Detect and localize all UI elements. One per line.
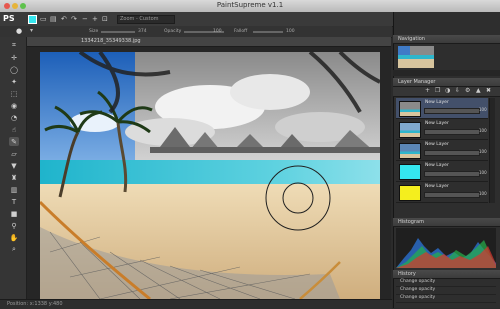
histogram-graph	[396, 228, 496, 268]
layer-opacity-slider[interactable]	[424, 150, 480, 156]
zoom-in-icon[interactable]: +	[92, 15, 98, 23]
document-tab-label: 1334218_35349338.jpg	[81, 38, 141, 44]
fit-screen-icon[interactable]: ⊡	[102, 15, 108, 23]
history-title: History	[398, 271, 416, 277]
lock-layer-icon[interactable]: ▲	[476, 87, 481, 94]
layer-name: New Layer	[425, 100, 449, 105]
smudge-icon[interactable]: ☝	[9, 125, 19, 134]
layer-scrollbar[interactable]	[489, 98, 495, 203]
layer-settings-icon[interactable]: ⚙	[465, 87, 470, 94]
layer-opacity-slider[interactable]	[424, 192, 480, 198]
layer-manager-title: Layer Manager	[398, 79, 436, 85]
layer-opacity-slider[interactable]	[424, 129, 480, 135]
layer-name: New Layer	[425, 163, 449, 168]
opacity-label: Opacity	[164, 29, 182, 34]
duplicate-layer-icon[interactable]: ❐	[435, 87, 440, 94]
layer-thumbnail	[399, 143, 421, 159]
cursor-position-readout: Position: x:1338 y:480	[7, 301, 63, 307]
mode-dropdown-icon[interactable]: ▾	[30, 27, 33, 34]
image-canvas[interactable]	[40, 52, 380, 299]
layer-thumbnail	[399, 122, 421, 138]
brush-tip-icon: ●	[16, 27, 23, 35]
magic-wand-icon[interactable]: ✦	[9, 77, 19, 86]
dodge-icon[interactable]: ◔	[9, 113, 19, 122]
new-layer-icon[interactable]: +	[425, 87, 430, 94]
brush-icon[interactable]: ✎	[9, 137, 19, 146]
layer-name: New Layer	[425, 184, 449, 189]
zoom-out-icon[interactable]: −	[82, 15, 88, 23]
falloff-label: Falloff	[234, 29, 248, 34]
layer-row[interactable]: New Layer 100	[396, 182, 488, 203]
zoom-mode-select[interactable]: Zoom - Custom	[117, 15, 175, 24]
layer-toolbar: + ❐ ◑ ⇩ ⚙ ▲ ✖	[393, 87, 500, 97]
navigation-panel-header[interactable]: Navigation	[393, 35, 500, 44]
clone-stamp-icon[interactable]: ♜	[9, 173, 19, 182]
history-item-label: Change opacity	[400, 295, 436, 300]
new-document-icon[interactable]: ▭	[40, 15, 47, 23]
size-value[interactable]: 374	[138, 29, 147, 34]
zoom-icon[interactable]: ⌕	[9, 245, 19, 254]
merge-layer-icon[interactable]: ⇩	[455, 87, 460, 94]
open-icon[interactable]: ▤	[50, 15, 57, 23]
navigation-zoom-strip[interactable]	[393, 70, 500, 76]
layer-row[interactable]: New Layer 100	[396, 140, 488, 161]
crop-icon[interactable]: ⌗	[9, 41, 19, 50]
layer-opacity-value: 100	[479, 170, 487, 175]
navigation-thumbnail[interactable]	[398, 46, 434, 68]
navigation-panel-title: Navigation	[398, 36, 425, 42]
layer-opacity-value: 100	[479, 128, 487, 133]
opacity-value[interactable]: 100	[213, 29, 222, 34]
falloff-value[interactable]: 100	[286, 29, 295, 34]
delete-layer-icon[interactable]: ✖	[486, 87, 491, 94]
layer-opacity-slider[interactable]	[424, 108, 480, 114]
history-item[interactable]: Change opacity	[396, 295, 496, 303]
layer-opacity-slider[interactable]	[424, 171, 480, 177]
tools-palette: ⌗ ✛ ◯ ✦ ⬚ ◉ ◔ ☝ ✎ ▱ ▼ ♜ ▥ T ■ ⚲ ✋ ⌕	[0, 37, 27, 299]
app-logo: PS	[3, 14, 15, 23]
layer-opacity-value: 100	[479, 149, 487, 154]
blur-icon[interactable]: ◉	[9, 101, 19, 110]
size-label: Size	[89, 29, 99, 34]
fill-icon[interactable]: ▼	[9, 161, 19, 170]
foreground-color-swatch[interactable]	[28, 15, 37, 24]
layer-name: New Layer	[425, 142, 449, 147]
undo-icon[interactable]: ↶	[61, 15, 67, 23]
layer-name: New Layer	[425, 121, 449, 126]
selection-icon[interactable]: ⬚	[9, 89, 19, 98]
text-icon[interactable]: T	[9, 197, 19, 206]
layer-row[interactable]: New Layer 100	[396, 98, 488, 119]
window-title: PaintSupreme v1.1	[216, 1, 284, 9]
histogram-title: Histogram	[398, 219, 424, 225]
layer-row[interactable]: New Layer 100	[396, 119, 488, 140]
lasso-icon[interactable]: ◯	[9, 65, 19, 74]
move-icon[interactable]: ✛	[9, 53, 19, 62]
eraser-icon[interactable]: ▱	[9, 149, 19, 158]
redo-icon[interactable]: ↷	[71, 15, 77, 23]
shape-icon[interactable]: ■	[9, 209, 19, 218]
hand-icon[interactable]: ✋	[9, 233, 19, 242]
layer-row[interactable]: New Layer 100	[396, 161, 488, 182]
layer-thumbnail	[399, 101, 421, 117]
eyedropper-icon[interactable]: ⚲	[9, 221, 19, 230]
falloff-slider[interactable]	[253, 31, 283, 33]
history-item[interactable]: Change opacity	[396, 287, 496, 295]
history-item-label: Change opacity	[400, 287, 436, 292]
layer-thumbnail	[399, 164, 421, 180]
document-tab[interactable]: 1334218_35349338.jpg	[27, 37, 391, 47]
history-header[interactable]: History	[393, 270, 500, 279]
layer-opacity-value: 100	[479, 107, 487, 112]
history-item[interactable]: Change opacity	[396, 279, 496, 287]
size-slider[interactable]	[101, 31, 135, 33]
gradient-icon[interactable]: ▥	[9, 185, 19, 194]
histogram-header[interactable]: Histogram	[393, 218, 500, 227]
history-item-label: Change opacity	[400, 279, 436, 284]
layer-manager-header[interactable]: Layer Manager	[393, 78, 500, 87]
layer-mask-icon[interactable]: ◑	[445, 87, 450, 94]
layer-opacity-value: 100	[479, 191, 487, 196]
layer-thumbnail	[399, 185, 421, 201]
